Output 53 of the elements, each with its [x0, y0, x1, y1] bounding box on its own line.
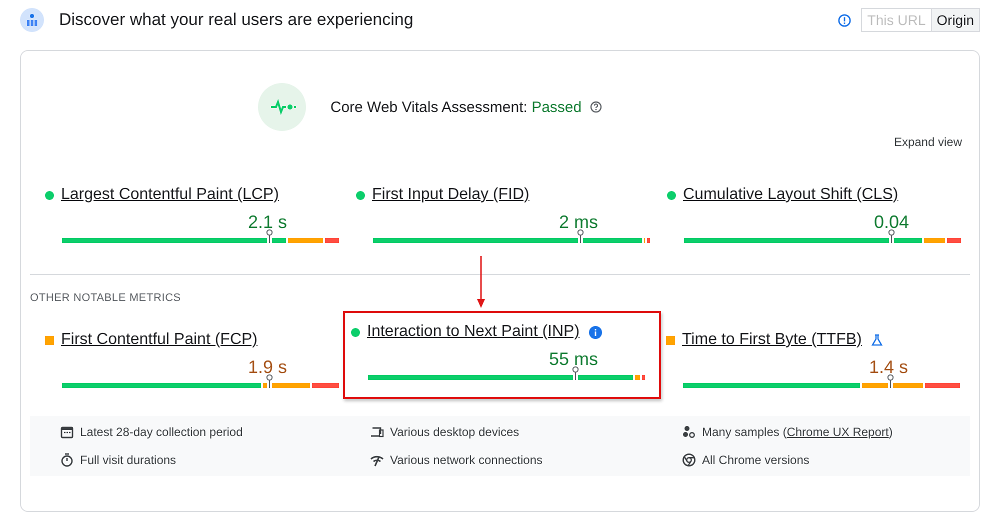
metric-value: 2.1 s — [246, 212, 288, 234]
distribution-segment — [312, 383, 340, 388]
distribution-segment — [263, 383, 310, 388]
distribution-segment — [947, 238, 961, 243]
assessment-status: Core Web Vitals Assessment: Passed — [330, 98, 582, 116]
metric-link[interactable]: First Contentful Paint (FCP) — [61, 331, 258, 349]
devices-icon — [370, 425, 384, 439]
metric-link[interactable]: Cumulative Layout Shift (CLS) — [683, 186, 898, 204]
scope-tab[interactable]: Origin — [930, 8, 980, 32]
fact-text: Full visit durations — [80, 453, 176, 467]
metric-value: 55 ms — [548, 349, 599, 371]
heartbeat-icon — [258, 83, 306, 131]
distribution-segment — [862, 383, 923, 388]
page-title: Discover what your real users are experiencing — [59, 10, 414, 30]
fact-text: Various desktop devices — [390, 425, 520, 439]
fact-text: Many samples (Chrome UX Report) — [702, 425, 893, 439]
info-icon[interactable] — [838, 14, 852, 26]
users-logo-icon — [20, 8, 44, 32]
metric-value: 2 ms — [558, 212, 599, 234]
fact-text: Latest 28-day collection period — [80, 425, 243, 439]
marker-pin — [887, 374, 894, 388]
fact-text: All Chrome versions — [702, 453, 810, 467]
marker-pin — [572, 366, 580, 380]
dots-icon — [682, 425, 696, 439]
annotation-arrow — [477, 256, 485, 308]
metric-value: 0.04 — [872, 212, 910, 234]
metric-link[interactable]: Time to First Byte (TTFB) — [682, 331, 862, 349]
expand-view-link[interactable]: Expand view — [894, 135, 962, 155]
calendar-icon — [60, 425, 74, 439]
distribution-segment — [647, 238, 650, 243]
metric-link[interactable]: Interaction to Next Paint (INP) — [367, 323, 580, 341]
section-heading: OTHER NOTABLE METRICS — [30, 292, 182, 304]
distribution-segment — [642, 375, 645, 380]
chrome-icon — [682, 453, 696, 467]
distribution-segment — [924, 238, 946, 243]
signal-icon — [370, 453, 384, 467]
metric-link[interactable]: First Input Delay (FID) — [372, 186, 530, 204]
marker-pin — [888, 229, 896, 243]
metric-link[interactable]: Largest Contentful Paint (LCP) — [61, 186, 279, 204]
timer-icon — [60, 453, 74, 467]
fact-text: Various network connections — [390, 453, 543, 467]
help-icon[interactable] — [590, 101, 602, 113]
marker-pin — [266, 374, 274, 388]
distribution-segment — [634, 375, 640, 380]
info-icon[interactable] — [588, 326, 602, 338]
report-link[interactable]: Chrome UX Report — [786, 425, 889, 439]
marker-pin — [266, 229, 274, 243]
distribution-segment — [288, 238, 324, 243]
metric-value: 1.9 s — [246, 357, 288, 379]
marker-pin — [577, 229, 584, 243]
distribution-segment — [325, 238, 339, 243]
distribution-segment — [924, 383, 960, 388]
metric-value: 1.4 s — [868, 357, 909, 379]
